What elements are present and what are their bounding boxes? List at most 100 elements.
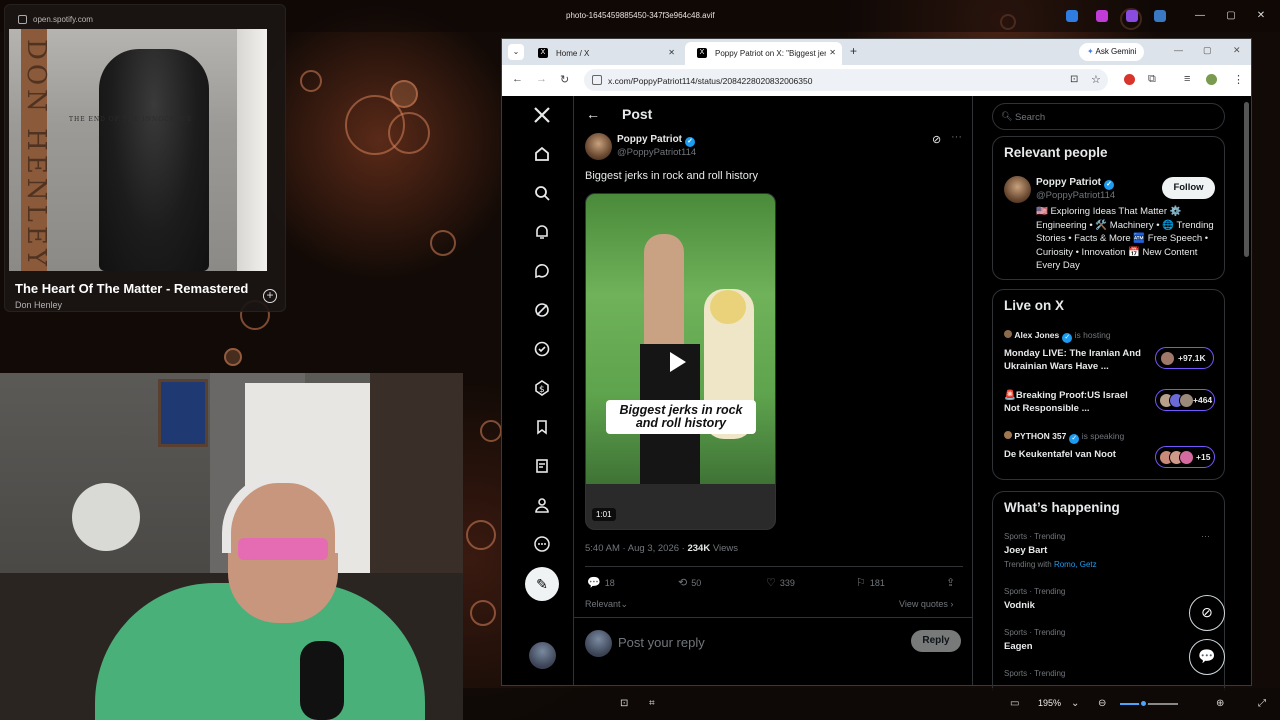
verified-orgs-icon[interactable] xyxy=(533,340,551,358)
reload-icon[interactable]: ↻ xyxy=(560,73,569,86)
post-views-label: Views xyxy=(710,543,738,554)
zoom-level[interactable]: 195% xyxy=(1038,698,1061,708)
articles-icon[interactable] xyxy=(533,457,551,475)
back-icon[interactable]: ← xyxy=(512,73,523,85)
zoom-slider-thumb[interactable] xyxy=(1139,699,1148,708)
app-icon[interactable] xyxy=(1154,10,1166,22)
home-icon[interactable] xyxy=(533,145,551,163)
close-icon[interactable]: ✕ xyxy=(1254,9,1268,23)
notifications-bell-icon[interactable] xyxy=(533,223,551,241)
live-listeners-pill[interactable]: +97.1K xyxy=(1155,347,1214,369)
new-tab-button[interactable]: + xyxy=(850,44,857,58)
track-artist[interactable]: Don Henley xyxy=(15,300,62,310)
post-views-count: 234K xyxy=(687,543,711,554)
extensions-icon[interactable]: ⧉ xyxy=(1148,73,1156,86)
live-host: PYTHON 357 ✓ is speaking xyxy=(1004,431,1124,444)
add-to-library-button[interactable]: + xyxy=(263,289,277,303)
messages-icon[interactable] xyxy=(533,262,551,280)
site-info-icon[interactable] xyxy=(592,75,602,85)
app-icon[interactable] xyxy=(1096,10,1108,22)
minimize-icon[interactable]: — xyxy=(1193,9,1207,23)
live-space-title[interactable]: 🚨Breaking Proof:US Israel Not Responsibl… xyxy=(1004,389,1144,415)
profile-icon[interactable] xyxy=(533,496,551,514)
person-handle[interactable]: @PoppyPatriot114 xyxy=(1036,190,1115,201)
close-tab-icon[interactable]: ✕ xyxy=(826,48,836,57)
person-name[interactable]: Poppy Patriot ✓ xyxy=(1036,177,1115,190)
account-avatar[interactable] xyxy=(529,642,556,669)
bookmarks-icon[interactable] xyxy=(533,418,551,436)
search-icon[interactable] xyxy=(533,184,551,202)
author-handle[interactable]: @PoppyPatriot114 xyxy=(617,147,696,158)
tab-search-button[interactable]: ⌄ xyxy=(508,44,524,60)
live-listeners-pill[interactable]: +464 xyxy=(1155,389,1215,411)
zoom-out-icon[interactable]: ⊖ xyxy=(1098,698,1106,709)
live-space-title[interactable]: De Keukentafel van Noot xyxy=(1004,448,1144,461)
live-listeners-pill[interactable]: +15 xyxy=(1155,446,1215,468)
monetization-icon[interactable]: $ xyxy=(533,379,551,397)
trend-name[interactable]: Vodnik xyxy=(1004,600,1035,611)
post-more-icon[interactable]: ··· xyxy=(951,131,962,143)
reply-sort-dropdown[interactable]: Relevant⌄ xyxy=(585,599,628,610)
trend-name[interactable]: Eagen xyxy=(1004,641,1033,652)
page-scrollbar[interactable] xyxy=(1244,102,1249,257)
live-space-title[interactable]: Monday LIVE: The Iranian And Ukrainian W… xyxy=(1004,347,1144,373)
post-video[interactable]: Biggest jerks in rock and roll history 1… xyxy=(585,193,776,530)
grok-float-button[interactable]: ⊘ xyxy=(1189,595,1225,631)
adblock-extension-icon[interactable] xyxy=(1124,74,1135,85)
webcam-picture-frame xyxy=(158,379,208,447)
forward-icon[interactable]: → xyxy=(536,73,547,85)
site-settings-icon[interactable] xyxy=(18,15,27,24)
trending-with-names[interactable]: Romo, Getz xyxy=(1054,560,1097,569)
grok-icon[interactable] xyxy=(533,301,551,319)
reply-input[interactable]: Post your reply xyxy=(618,635,705,650)
browser-maximize-icon[interactable]: ▢ xyxy=(1203,45,1212,56)
tab-poppy-patriot-post[interactable]: X Poppy Patriot on X: "Biggest jerk ✕ xyxy=(685,42,842,65)
grok-explain-icon[interactable]: ⊘ xyxy=(932,133,941,146)
media-controls-icon[interactable]: ≡ xyxy=(1184,73,1190,85)
install-app-icon[interactable]: ⊡ xyxy=(1070,74,1078,85)
like-action[interactable]: ♡ 339 xyxy=(766,576,795,589)
url-field[interactable]: x.com/PoppyPatriot114/status/20842280208… xyxy=(584,69,1108,91)
compose-post-button[interactable]: ✎ xyxy=(525,567,559,601)
spotify-url: open.spotify.com xyxy=(33,15,93,24)
frame-icon[interactable]: ⊡ xyxy=(620,698,628,709)
repost-action[interactable]: ⟲ 50 xyxy=(678,576,701,589)
maximize-icon[interactable]: ▢ xyxy=(1224,9,1238,23)
live-host: Alex Jones ✓ is hosting xyxy=(1004,330,1111,343)
x-logo-icon[interactable] xyxy=(533,106,551,124)
view-quotes-link[interactable]: View quotes › xyxy=(899,599,953,609)
back-arrow-icon[interactable]: ← xyxy=(586,106,600,122)
expand-icon[interactable]: ⤢ xyxy=(1258,698,1266,709)
person-avatar[interactable] xyxy=(1004,176,1031,203)
ask-gemini-button[interactable]: ✦ Ask Gemini xyxy=(1079,43,1145,61)
ocr-scan-icon[interactable]: ⌗ xyxy=(649,698,655,709)
play-icon[interactable] xyxy=(670,352,686,372)
messages-float-button[interactable]: 💬 xyxy=(1189,639,1225,675)
bookmark-star-icon[interactable]: ☆ xyxy=(1091,73,1101,86)
search-input[interactable]: 🔍︎ Search xyxy=(992,103,1225,130)
share-action[interactable]: ⇪ xyxy=(946,576,959,589)
app-icon[interactable] xyxy=(1126,10,1138,22)
author-name[interactable]: Poppy Patriot ✓ xyxy=(617,134,696,147)
profile-avatar-icon[interactable] xyxy=(1206,74,1217,85)
divider xyxy=(574,617,972,618)
fit-to-window-icon[interactable]: ▭ xyxy=(1010,698,1019,709)
reply-action[interactable]: 💬 18 xyxy=(587,576,615,589)
reply-button[interactable]: Reply xyxy=(911,630,961,652)
chevron-down-icon[interactable]: ⌄ xyxy=(1071,698,1079,709)
post-timestamp[interactable]: 5:40 AM · Aug 3, 2026 · xyxy=(585,543,687,554)
heart-icon: ♡ xyxy=(766,577,776,589)
follow-button[interactable]: Follow xyxy=(1162,177,1215,199)
app-icon[interactable] xyxy=(1066,10,1078,22)
trend-more-icon[interactable]: ··· xyxy=(1201,531,1210,541)
browser-minimize-icon[interactable]: — xyxy=(1174,45,1183,55)
tab-home-x[interactable]: X Home / X ✕ xyxy=(526,42,681,65)
close-tab-icon[interactable]: ✕ xyxy=(668,48,675,57)
trend-name[interactable]: Joey Bart xyxy=(1004,545,1047,556)
browser-close-icon[interactable]: ✕ xyxy=(1233,45,1241,56)
bookmark-action[interactable]: ⚐ 181 xyxy=(856,576,885,589)
author-avatar[interactable] xyxy=(585,133,612,160)
more-icon[interactable] xyxy=(533,535,551,553)
zoom-in-icon[interactable]: ⊕ xyxy=(1216,698,1224,709)
browser-menu-icon[interactable]: ⋮ xyxy=(1233,73,1244,86)
